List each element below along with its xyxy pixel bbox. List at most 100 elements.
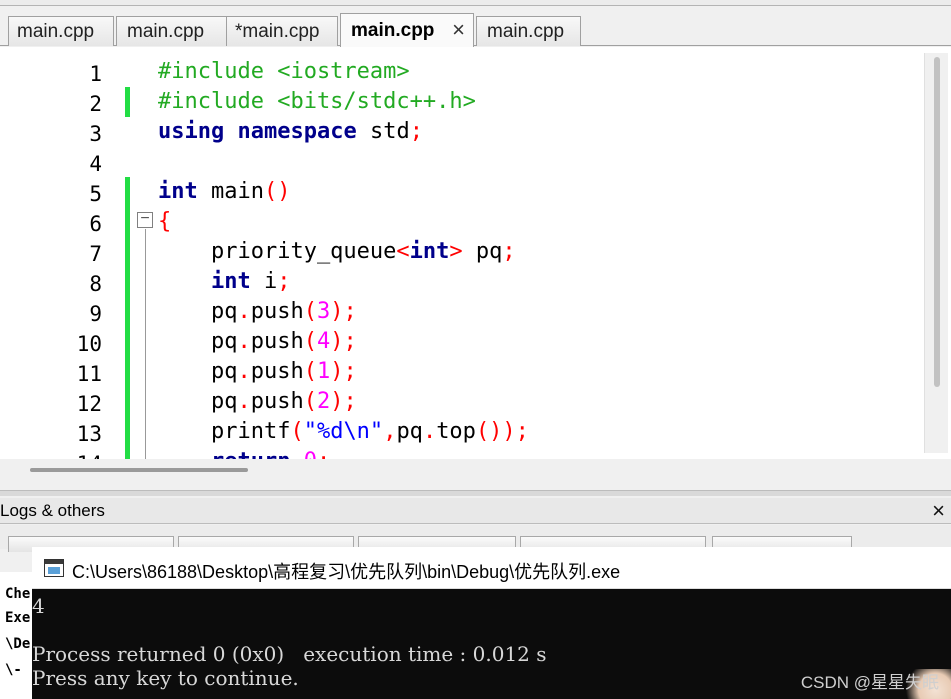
code-token: #include <iostream> <box>158 59 410 84</box>
code-token: namespace <box>237 119 357 144</box>
line-number: 13 <box>76 422 102 446</box>
code-line[interactable]: using namespace std; <box>158 117 423 147</box>
code-line[interactable]: #include <iostream> <box>158 57 410 87</box>
code-line[interactable]: int main() <box>158 177 290 207</box>
line-number: 14 <box>22 449 102 459</box>
log-line: Exe <box>5 610 31 626</box>
code-token: using <box>158 119 225 144</box>
code-token: { <box>158 209 172 234</box>
tab-label: main.cpp <box>487 21 565 42</box>
code-line[interactable]: priority_queue<int> pq; <box>158 237 516 267</box>
code-token: main <box>197 179 264 204</box>
code-token: ( <box>303 359 317 384</box>
horizontal-scrollbar[interactable] <box>0 459 951 479</box>
line-number: 5 <box>89 182 102 206</box>
code-token: ( <box>303 299 317 324</box>
change-marker <box>125 177 130 459</box>
tab-main-cpp-1[interactable]: main.cpp <box>8 16 114 46</box>
code-line[interactable]: return 0; <box>158 447 330 459</box>
watermark: CSDN @星星失眠 <box>800 673 939 692</box>
panel-splitter[interactable] <box>0 490 951 496</box>
code-token: . <box>237 329 251 354</box>
line-number: 1 <box>89 62 102 86</box>
code-editor[interactable]: 1234567891011121314 #include <iostream>#… <box>0 47 951 459</box>
code-token: pq <box>462 239 503 264</box>
logs-tab-strip <box>0 525 951 552</box>
code-line[interactable]: { <box>158 207 171 237</box>
horizontal-scroll-thumb[interactable] <box>30 468 248 472</box>
code-token: return <box>211 449 290 459</box>
line-number: 6 <box>89 212 102 236</box>
code-token: ; <box>277 269 291 294</box>
code-token: int <box>158 179 198 204</box>
vertical-scrollbar[interactable] <box>924 53 948 453</box>
line-number: 4 <box>89 152 102 176</box>
line-number-gutter: 1234567891011121314 <box>4 51 126 459</box>
code-token: #include <bits/stdc++.h> <box>158 89 476 114</box>
console-app-icon <box>44 559 64 577</box>
line-number: 2 <box>89 92 102 116</box>
log-line: \- <box>5 662 22 678</box>
code-token: i <box>250 269 278 294</box>
close-icon[interactable]: × <box>932 498 945 524</box>
fold-toggle-icon[interactable]: − <box>137 211 153 228</box>
console-window[interactable]: C:\Users\86188\Desktop\高程复习\优先队列\bin\Deb… <box>32 547 951 699</box>
line-number: 10 <box>76 332 102 356</box>
code-token: pq <box>158 359 238 384</box>
build-log-output: Che Exe \De \- <box>0 572 34 699</box>
tab-label: main.cpp <box>17 21 95 42</box>
tab-main-cpp-active[interactable]: main.cpp × <box>340 13 474 47</box>
tab-main-cpp-modified[interactable]: *main.cpp <box>226 16 338 46</box>
console-output-line: Press any key to continue. <box>32 666 299 690</box>
log-line: \De <box>5 636 31 652</box>
console-title-bar[interactable]: C:\Users\86188\Desktop\高程复习\优先队列\bin\Deb… <box>32 547 951 589</box>
code-token: . <box>237 299 251 324</box>
code-line[interactable]: int i; <box>158 267 291 297</box>
tab-main-cpp-5[interactable]: main.cpp <box>476 16 581 46</box>
tab-label: *main.cpp <box>235 21 320 42</box>
code-token: ); <box>330 329 357 354</box>
code-token: 4 <box>316 329 331 354</box>
editor-tab-bar: main.cpp main.cpp *main.cpp main.cpp × m… <box>0 0 951 47</box>
code-line[interactable]: printf("%d\n",pq.top()); <box>158 417 529 447</box>
change-marker <box>125 87 130 117</box>
code-line[interactable]: pq.push(3); <box>158 297 357 327</box>
line-number: 3 <box>89 122 102 146</box>
code-token: push <box>250 359 304 384</box>
code-token: . <box>422 419 437 444</box>
code-token: ; <box>317 449 330 459</box>
line-number: 9 <box>89 302 102 326</box>
code-token: "%d\n" <box>303 419 384 444</box>
code-token: . <box>237 389 251 414</box>
code-token: int <box>210 269 251 294</box>
line-number: 11 <box>76 362 102 386</box>
code-line[interactable]: pq.push(4); <box>158 327 357 357</box>
code-area[interactable]: #include <iostream> #include <bits/stdc++… <box>156 51 922 459</box>
code-token: ( <box>303 329 317 354</box>
code-token: std <box>356 119 410 144</box>
code-token: pq <box>158 389 238 414</box>
console-output-line: 4 <box>32 594 45 618</box>
code-token: () <box>263 179 291 204</box>
code-token: 1 <box>316 359 331 384</box>
code-token: 3 <box>316 299 331 324</box>
vertical-scroll-thumb[interactable] <box>934 57 940 387</box>
code-token: ( <box>290 419 304 444</box>
line-number: 7 <box>89 242 102 266</box>
console-title: C:\Users\86188\Desktop\高程复习\优先队列\bin\Deb… <box>72 562 621 582</box>
code-token: ( <box>303 389 317 414</box>
close-icon[interactable]: × <box>452 19 465 41</box>
logs-panel-title: Logs & others <box>0 501 105 520</box>
code-line[interactable]: pq.push(2); <box>158 387 357 417</box>
code-line[interactable]: pq.push(1); <box>158 357 357 387</box>
code-token: , <box>383 419 397 444</box>
code-line[interactable]: #include <bits/stdc++.h> <box>158 87 476 117</box>
code-token: ()); <box>475 419 529 444</box>
code-token: printf <box>158 419 291 444</box>
code-token: < <box>396 239 410 264</box>
line-number: 8 <box>89 272 102 296</box>
code-token: pq <box>158 299 238 324</box>
code-token: 2 <box>316 389 331 414</box>
